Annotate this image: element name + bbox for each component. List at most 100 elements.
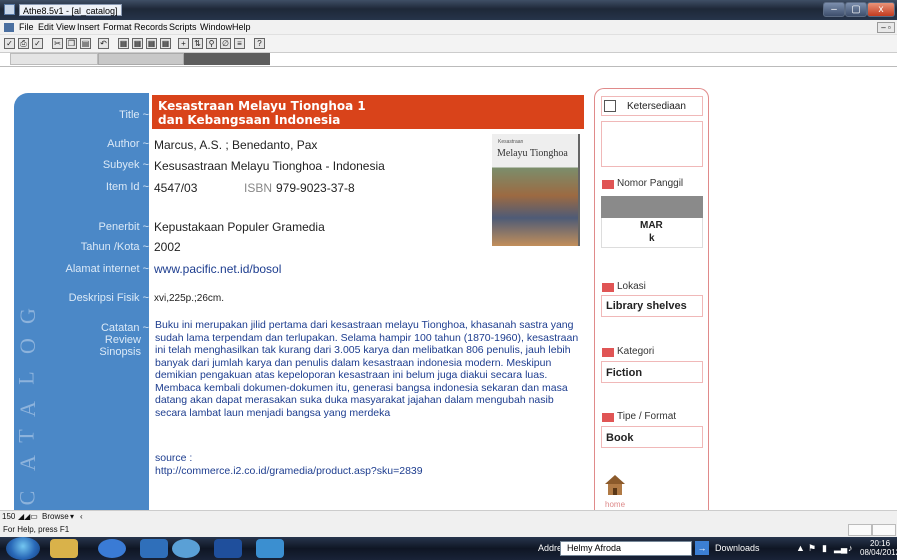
ketersediaan-checkbox[interactable] xyxy=(604,100,616,112)
document-icon[interactable] xyxy=(4,23,14,32)
downloads-toolbar[interactable]: Downloads xyxy=(715,543,760,553)
menu-help[interactable]: Help xyxy=(232,22,251,32)
catalog-letter-l: L xyxy=(13,371,39,385)
go-icon[interactable]: → xyxy=(695,541,709,555)
menu-insert[interactable]: Insert xyxy=(77,22,100,32)
preview-mode-icon[interactable]: ▦ xyxy=(160,38,171,49)
source-label: source : xyxy=(155,452,193,464)
penerbit-field[interactable]: Kepustakaan Populer Gramedia xyxy=(154,220,325,234)
undo-icon[interactable]: ↶ xyxy=(98,38,109,49)
catalog-label-panel: Title ~ Author ~ Subyek ~ Item Id ~ Pene… xyxy=(14,93,149,511)
word-icon[interactable] xyxy=(214,539,242,558)
media-icon[interactable] xyxy=(140,539,168,558)
tahun-field[interactable]: 2002 xyxy=(154,240,181,254)
catalog-letter-c: C xyxy=(14,490,40,506)
home-label[interactable]: home xyxy=(605,500,625,510)
battery-icon[interactable]: ▮ xyxy=(822,543,827,554)
menu-records[interactable]: Records xyxy=(134,22,168,32)
notes-field[interactable]: Buku ini merupakan jilid pertama dari ke… xyxy=(155,319,585,419)
spellcheck-icon[interactable]: ✓ xyxy=(32,38,43,49)
isbn-field[interactable]: 979-9023-37-8 xyxy=(276,181,355,195)
address-input[interactable]: Helmy Afroda xyxy=(560,541,692,556)
window-title-bar: Athe8.5v1 - [al_catalog] – ▢ x xyxy=(0,0,897,20)
itemid-field[interactable]: 4547/03 xyxy=(154,181,197,195)
source-link[interactable]: http://commerce.i2.co.id/gramedia/produc… xyxy=(155,465,423,477)
volume-icon[interactable]: ♪ xyxy=(848,543,853,553)
mdi-controls[interactable]: – ▫ xyxy=(877,22,895,33)
menu-format[interactable]: Format xyxy=(103,22,132,32)
close-button[interactable]: x xyxy=(867,2,895,17)
clock[interactable]: 20:16 08/04/2012 xyxy=(860,539,897,557)
isbn-label: ISBN xyxy=(244,181,273,195)
help-text: For Help, press F1 xyxy=(3,525,70,534)
layout-mode-icon[interactable]: ▦ xyxy=(146,38,157,49)
deskripsi-field[interactable]: xvi,225p.;26cm. xyxy=(154,293,224,304)
mode-dropdown-icon[interactable]: ▾ xyxy=(70,512,74,521)
browser-icon[interactable] xyxy=(172,539,200,558)
sort-icon[interactable]: ⇅ xyxy=(192,38,203,49)
call-number-line2: k xyxy=(649,233,655,244)
app-icon xyxy=(4,4,15,15)
toolbar: ✓ ⎙ ✓ ✂ ❐ ▤ ↶ ▦ ▦ ▦ ▦ + ⇅ ⚲ ∅ ≡ ? xyxy=(0,35,897,53)
tipe-format-label: Tipe / Format xyxy=(617,411,677,422)
menu-edit[interactable]: Edit xyxy=(38,22,54,32)
status-cell-1 xyxy=(848,524,872,536)
explorer-icon[interactable] xyxy=(50,539,78,558)
title-field[interactable]: Kesastraan Melayu Tionghoa 1 dan Kebangs… xyxy=(152,95,584,129)
find-mode-icon[interactable]: ▦ xyxy=(132,38,143,49)
layout-tab-3[interactable] xyxy=(184,53,270,65)
kategori-marker-icon xyxy=(602,348,614,357)
subyek-field[interactable]: Kesusastraan Melayu Tionghoa - Indonesia xyxy=(154,159,385,173)
print-icon[interactable]: ⎙ xyxy=(18,38,29,49)
notes-paragraph-1: Buku ini merupakan jilid pertama dari ke… xyxy=(155,319,579,381)
window-title: Athe8.5v1 - [al_catalog] xyxy=(19,4,122,16)
author-field[interactable]: Marcus, A.S. ; Benedanto, Pax xyxy=(154,138,317,152)
new-record-icon[interactable]: + xyxy=(178,38,189,49)
mode-selector[interactable]: Browse xyxy=(42,512,69,521)
notes-paragraph-2: Membaca kembali dokumen-dokumen itu, gen… xyxy=(155,381,568,419)
layout-tab-strip xyxy=(0,53,897,67)
checkbox-icon[interactable]: ✓ xyxy=(4,38,15,49)
cover-title: Melayu Tionghoa xyxy=(497,148,568,159)
firefox-icon[interactable] xyxy=(98,539,126,558)
menu-bar: File Edit View Insert Format Records Scr… xyxy=(0,20,897,35)
menu-scripts[interactable]: Scripts xyxy=(169,22,197,32)
clock-date: 08/04/2012 xyxy=(860,548,897,557)
cut-icon[interactable]: ✂ xyxy=(52,38,63,49)
lokasi-value: Library shelves xyxy=(606,300,687,312)
help-icon[interactable]: ? xyxy=(254,38,265,49)
network-icon[interactable]: ▂▄ xyxy=(834,543,847,554)
home-icon[interactable] xyxy=(603,473,627,497)
maximize-button[interactable]: ▢ xyxy=(845,2,867,17)
start-button[interactable] xyxy=(6,537,40,560)
scroll-left-icon[interactable]: ‹ xyxy=(80,512,83,521)
browse-mode-icon[interactable]: ▦ xyxy=(118,38,129,49)
zoom-controls-icon[interactable]: ◢◢▭ xyxy=(18,512,38,521)
minimize-button[interactable]: – xyxy=(823,2,845,17)
show-all-icon[interactable]: ≡ xyxy=(234,38,245,49)
menu-window[interactable]: Window xyxy=(200,22,232,32)
paste-icon[interactable]: ▤ xyxy=(80,38,91,49)
layout-tab-2[interactable] xyxy=(98,53,184,65)
find-icon[interactable]: ⚲ xyxy=(206,38,217,49)
alamat-link[interactable]: www.pacific.net.id/bosol xyxy=(154,262,281,276)
catalog-letter-g: G xyxy=(14,308,40,324)
tray-expand-icon[interactable]: ▲ xyxy=(796,543,805,553)
deskripsi-label: Deskripsi Fisik ~ xyxy=(68,292,149,304)
tipe-marker-icon xyxy=(602,413,614,422)
flag-icon[interactable]: ⚑ xyxy=(808,543,816,554)
taskbar: Address Helmy Afroda → Downloads ▲ ⚑ ▮ ▂… xyxy=(0,537,897,560)
menu-file[interactable]: File xyxy=(19,22,34,32)
filemaker-icon[interactable] xyxy=(256,539,284,558)
layout-status-bar: 150 ◢◢▭ Browse ▾ ‹ xyxy=(0,510,897,524)
menu-view[interactable]: View xyxy=(56,22,75,32)
catalog-letter-a2: A xyxy=(14,401,40,417)
layout-tab-1[interactable] xyxy=(10,53,98,65)
omit-icon[interactable]: ∅ xyxy=(220,38,231,49)
zoom-level[interactable]: 150 xyxy=(2,512,15,521)
copy-icon[interactable]: ❐ xyxy=(66,38,77,49)
ketersediaan-value-box xyxy=(601,121,703,167)
cover-subtitle: Kesastraan xyxy=(498,139,524,145)
subyek-label: Subyek ~ xyxy=(102,159,149,171)
nomor-panggil-label: Nomor Panggil xyxy=(617,178,684,189)
